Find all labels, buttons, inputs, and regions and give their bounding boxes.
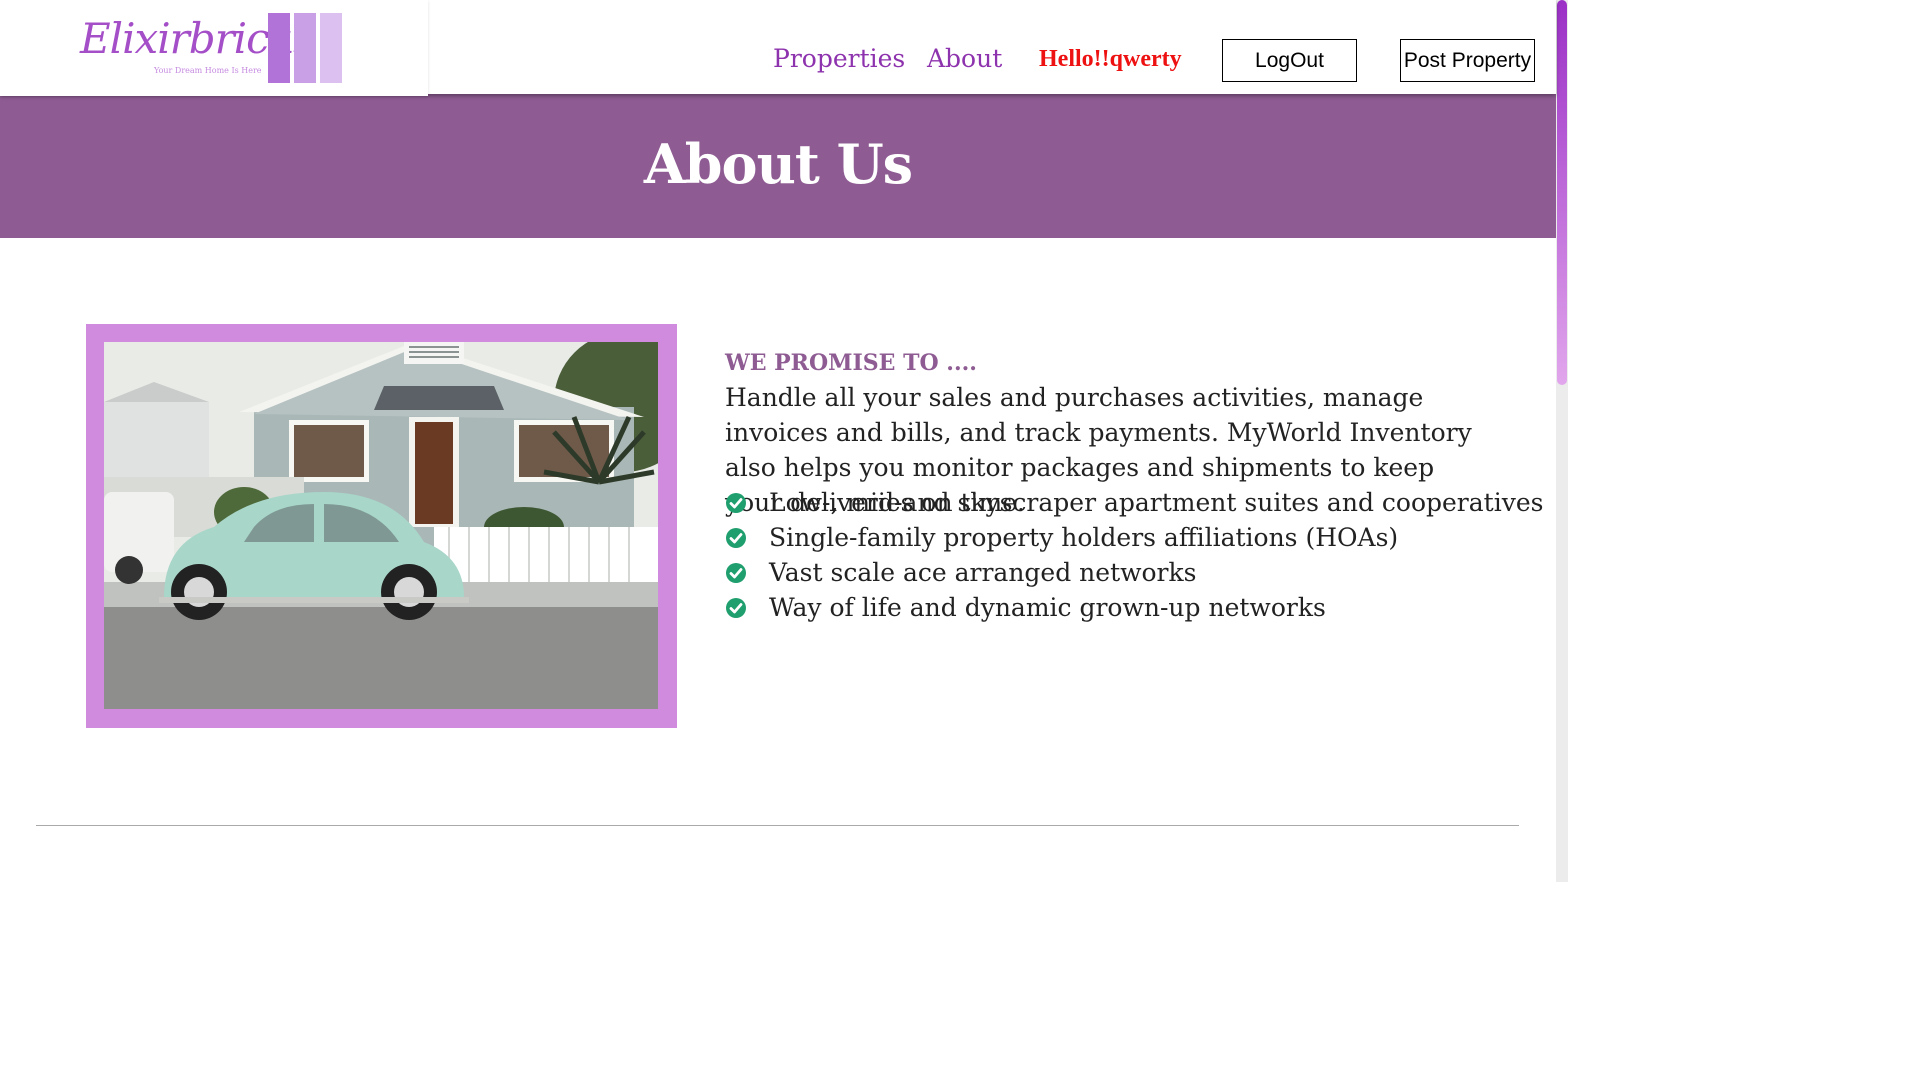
list-item: Single-family property holders affiliati… — [725, 520, 1543, 555]
post-property-button[interactable]: Post Property — [1400, 39, 1535, 82]
check-circle-icon — [726, 527, 746, 548]
check-circle-icon — [726, 492, 746, 513]
scrollbar-thumb[interactable] — [1557, 0, 1567, 385]
user-greeting: Hello!!qwerty — [1039, 46, 1182, 72]
house-photo — [104, 342, 658, 709]
house-with-car-image — [104, 342, 658, 709]
logo-tagline: Your Dream Home Is Here — [154, 66, 262, 75]
logo-bar-icon — [320, 13, 342, 83]
photo-frame — [86, 324, 677, 728]
list-item-text: Low-, mid-and skyscraper apartment suite… — [769, 488, 1544, 517]
list-item: Way of life and dynamic grown-up network… — [725, 590, 1543, 625]
top-navbar: Elixirbricks Your Dream Home Is Here Pro… — [0, 0, 1556, 96]
logo-bar-icon — [268, 13, 290, 83]
scrollbar[interactable] — [1556, 0, 1568, 882]
list-item-text: Single-family property holders affiliati… — [769, 523, 1399, 552]
list-item-text: Way of life and dynamic grown-up network… — [769, 593, 1326, 622]
page-banner: About Us — [0, 94, 1556, 238]
nav-about-link[interactable]: About — [927, 44, 1002, 73]
logout-button[interactable]: LogOut — [1222, 39, 1357, 82]
page-title: About Us — [643, 132, 913, 196]
check-circle-icon — [726, 597, 746, 618]
list-item: Low-, mid-and skyscraper apartment suite… — [725, 485, 1543, 520]
list-item-text: Vast scale ace arranged networks — [769, 558, 1197, 587]
promise-list: Low-, mid-and skyscraper apartment suite… — [725, 485, 1543, 625]
logo[interactable]: Elixirbricks Your Dream Home Is Here — [0, 0, 428, 96]
promise-heading: WE PROMISE TO .... — [725, 350, 977, 376]
check-circle-icon — [726, 562, 746, 583]
logo-bar-icon — [294, 13, 316, 83]
nav-properties-link[interactable]: Properties — [773, 44, 905, 73]
list-item: Vast scale ace arranged networks — [725, 555, 1543, 590]
section-divider — [36, 825, 1519, 826]
